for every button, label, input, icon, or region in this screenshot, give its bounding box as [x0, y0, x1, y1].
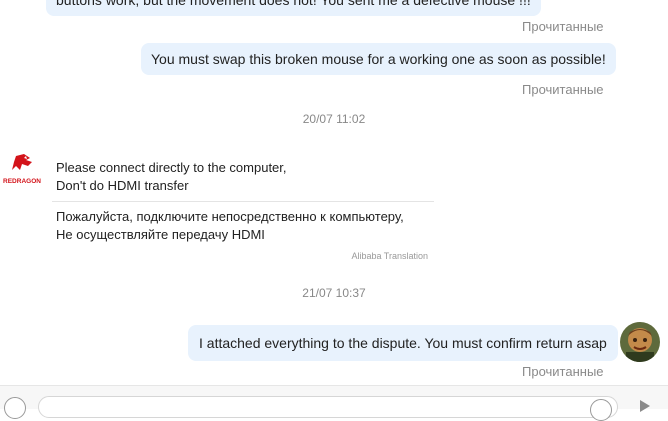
- read-status: Прочитанные: [522, 364, 604, 379]
- read-status: Прочитанные: [522, 19, 604, 34]
- message-text: I attached everything to the dispute. Yo…: [199, 335, 607, 351]
- message-text: You must swap this broken mouse for a wo…: [151, 51, 606, 67]
- translated-line: Не осуществляйте передачу HDMI: [56, 227, 265, 242]
- outgoing-message: buttons work, but the movement does not!…: [46, 0, 541, 16]
- chat-history: buttons work, but the movement does not!…: [0, 0, 668, 385]
- timestamp: 20/07 11:02: [302, 112, 366, 126]
- original-line: Don't do HDMI transfer: [56, 178, 189, 193]
- translated-line: Пожалуйста, подключите непосредственно к…: [56, 209, 404, 224]
- read-status: Прочитанные: [522, 82, 604, 97]
- divider: [52, 201, 434, 202]
- message-text: buttons work, but the movement does not!…: [56, 0, 531, 8]
- add-attachment-icon[interactable]: [4, 397, 26, 419]
- outgoing-message: You must swap this broken mouse for a wo…: [141, 43, 616, 75]
- incoming-message: Please connect directly to the computer,…: [52, 152, 434, 265]
- original-text: Please connect directly to the computer,…: [56, 159, 287, 195]
- dragon-icon: REDRAGON: [3, 154, 41, 185]
- send-icon[interactable]: [640, 400, 650, 412]
- timestamp: 21/07 10:37: [302, 286, 366, 300]
- outgoing-message: I attached everything to the dispute. Yo…: [188, 325, 618, 361]
- translation-credit: Alibaba Translation: [351, 251, 428, 261]
- emoji-icon[interactable]: [590, 399, 612, 421]
- seller-logo: REDRAGON: [2, 152, 42, 188]
- avatar-image: [620, 322, 660, 362]
- translated-text: Пожалуйста, подключите непосредственно к…: [56, 208, 404, 244]
- logo-wordmark: REDRAGON: [3, 178, 41, 185]
- user-avatar[interactable]: [620, 322, 660, 362]
- message-input[interactable]: [38, 396, 618, 418]
- original-line: Please connect directly to the computer,: [56, 160, 287, 175]
